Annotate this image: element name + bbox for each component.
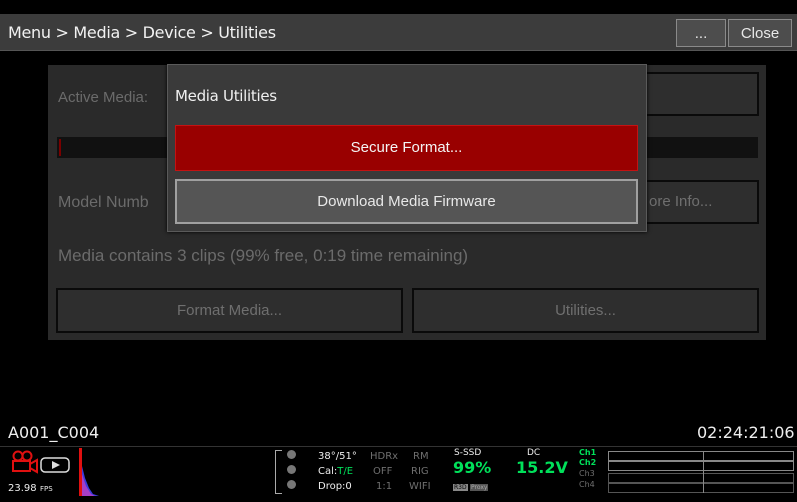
audio-ch4: Ch4 bbox=[579, 480, 595, 489]
fps-value: 23.98 bbox=[8, 483, 37, 494]
active-media-label: Active Media: bbox=[58, 89, 149, 106]
status-bracket bbox=[275, 450, 282, 494]
r3d-badge: R3D bbox=[453, 484, 468, 491]
breadcrumb: Menu > Media > Device > Utilities bbox=[8, 23, 276, 42]
top-bar: Menu > Media > Device > Utilities ... Cl… bbox=[0, 14, 797, 51]
play-icon[interactable] bbox=[40, 457, 70, 473]
utilities-button[interactable]: Utilities... bbox=[412, 288, 759, 333]
audio-meter-ch3 bbox=[608, 473, 794, 483]
audio-meter-marker bbox=[703, 451, 704, 493]
dc-label: DC bbox=[527, 448, 541, 458]
status-dot-1 bbox=[287, 450, 296, 459]
audio-ch2: Ch2 bbox=[579, 458, 597, 467]
clip-name: A001_C004 bbox=[8, 423, 100, 442]
more-button[interactable]: ... bbox=[676, 19, 726, 47]
fps-unit: FPS bbox=[40, 485, 53, 493]
media-type: S-SSD bbox=[454, 448, 482, 458]
proxy-badge: Proxy bbox=[470, 484, 489, 491]
audio-meter-ch1 bbox=[608, 451, 794, 461]
close-button[interactable]: Close bbox=[728, 19, 792, 47]
audio-meter-ch4 bbox=[608, 483, 794, 493]
download-firmware-button[interactable]: Download Media Firmware bbox=[175, 179, 638, 224]
audio-meter-ch2 bbox=[608, 461, 794, 471]
audio-ch3: Ch3 bbox=[579, 469, 595, 478]
media-free-percent: 99% bbox=[453, 458, 492, 477]
model-number-label: Model Numb bbox=[58, 194, 149, 211]
status-dot-2 bbox=[287, 465, 296, 474]
clips-info-text: Media contains 3 clips (99% free, 0:19 t… bbox=[58, 246, 469, 265]
hdrx-label: HDRx bbox=[370, 451, 399, 462]
audio-ch1: Ch1 bbox=[579, 448, 597, 457]
timecode: 02:24:21:06 bbox=[697, 423, 795, 442]
status-dot-3 bbox=[287, 480, 296, 489]
format-media-button[interactable]: Format Media... bbox=[56, 288, 403, 333]
wifi-label: WIFI bbox=[409, 481, 431, 492]
media-usage-fill bbox=[59, 139, 61, 156]
secure-format-button[interactable]: Secure Format... bbox=[175, 125, 638, 171]
cal-status: Cal:T/E bbox=[318, 466, 354, 477]
rm-label: RM bbox=[413, 451, 429, 462]
battery-voltage: 15.2V bbox=[516, 458, 568, 477]
hdrx-value: OFF bbox=[373, 466, 393, 477]
dialog-title: Media Utilities bbox=[175, 87, 277, 105]
rig-label: RIG bbox=[411, 466, 429, 477]
dropped-frames: Drop:0 bbox=[318, 481, 352, 492]
sensor-temp: 38°/51° bbox=[318, 451, 357, 462]
aspect-ratio: 1:1 bbox=[376, 481, 393, 492]
histogram bbox=[79, 448, 99, 496]
